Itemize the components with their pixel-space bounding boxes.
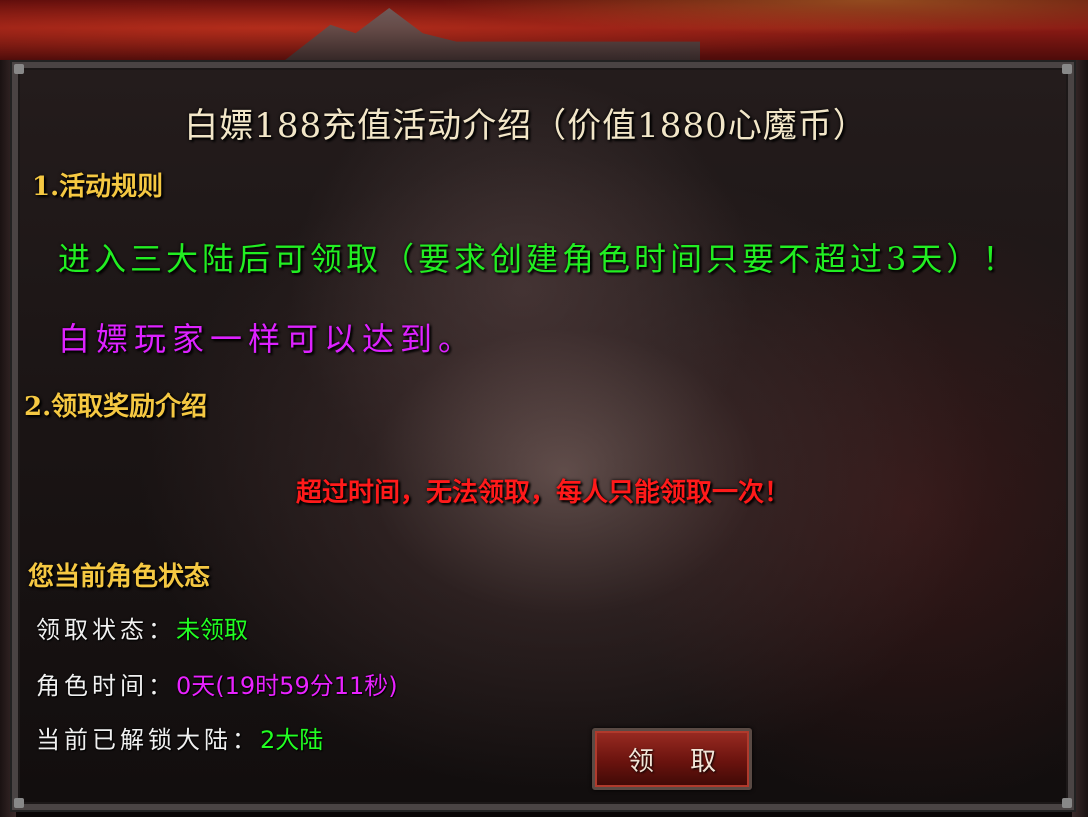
claim-button[interactable]: 领 取 <box>592 728 752 790</box>
role-time-row: 角色时间：0天(19时59分11秒) <box>36 666 398 701</box>
claim-status-row: 领取状态：未领取 <box>36 610 248 645</box>
claim-status-value: 未领取 <box>176 616 248 644</box>
claim-status-label: 领取状态： <box>36 616 176 644</box>
corner-rivet <box>1062 798 1072 808</box>
activity-panel: 白嫖188充值活动介绍（价值1880心魔币） 1.活动规则 进入三大陆后可领取（… <box>12 62 1074 810</box>
continent-row: 当前已解锁大陆：2大陆 <box>36 720 323 755</box>
corner-rivet <box>1062 64 1072 74</box>
section-heading-rewards: 2.领取奖励介绍 <box>24 392 208 422</box>
corner-rivet <box>14 798 24 808</box>
right-frame-edge <box>1072 60 1088 817</box>
warning-text: 超过时间，无法领取，每人只能领取一次！ <box>295 478 790 508</box>
role-time-value: 0天(19时59分11秒) <box>176 672 398 700</box>
role-time-label: 角色时间： <box>36 672 176 700</box>
section-heading-rules: 1.活动规则 <box>32 172 164 202</box>
corner-rivet <box>14 64 24 74</box>
status-heading: 您当前角色状态 <box>28 562 211 592</box>
continent-label: 当前已解锁大陆： <box>36 726 260 754</box>
panel-title: 白嫖188充值活动介绍（价值1880心魔币） <box>184 106 868 146</box>
rule-text-green: 进入三大陆后可领取（要求创建角色时间只要不超过3天）！ <box>58 240 1019 278</box>
rule-text-purple: 白嫖玩家一样可以达到。 <box>58 320 477 358</box>
continent-value: 2大陆 <box>260 726 324 754</box>
